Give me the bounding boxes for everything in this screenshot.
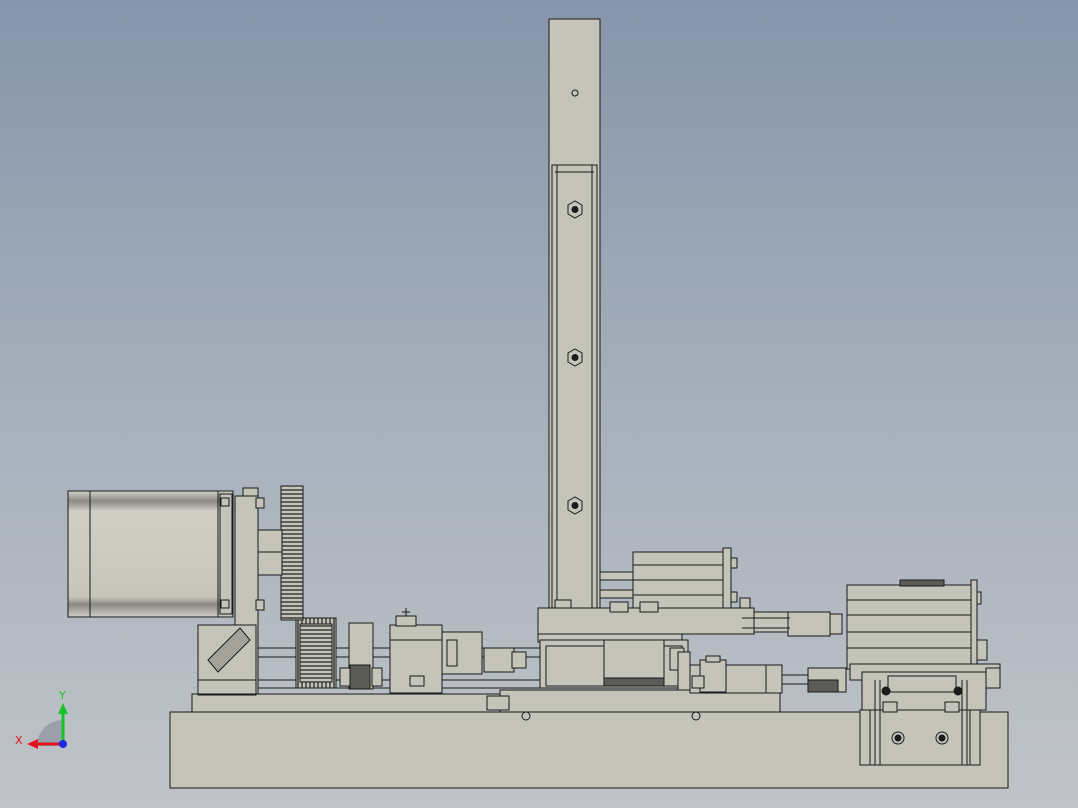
- guide-cylinder[interactable]: [599, 571, 635, 581]
- column-hole: [571, 89, 579, 97]
- rod-coupler[interactable]: [787, 611, 831, 637]
- vertical-rail[interactable]: [551, 164, 598, 611]
- triad-y-label: Y: [58, 689, 66, 702]
- triad-z-axis: [59, 740, 67, 748]
- cad-viewport[interactable]: Y X: [0, 0, 1078, 808]
- assembly-drawing: Y X: [15, 18, 1009, 789]
- coordinate-triad: Y X: [15, 689, 68, 749]
- triad-x-label: X: [15, 734, 23, 747]
- upper-gear[interactable]: [280, 485, 304, 621]
- right-cylinder-body[interactable]: [846, 584, 972, 670]
- triad-quadrant: [37, 720, 63, 746]
- servo-motor[interactable]: [67, 490, 234, 618]
- assembly-parts: [67, 18, 1009, 789]
